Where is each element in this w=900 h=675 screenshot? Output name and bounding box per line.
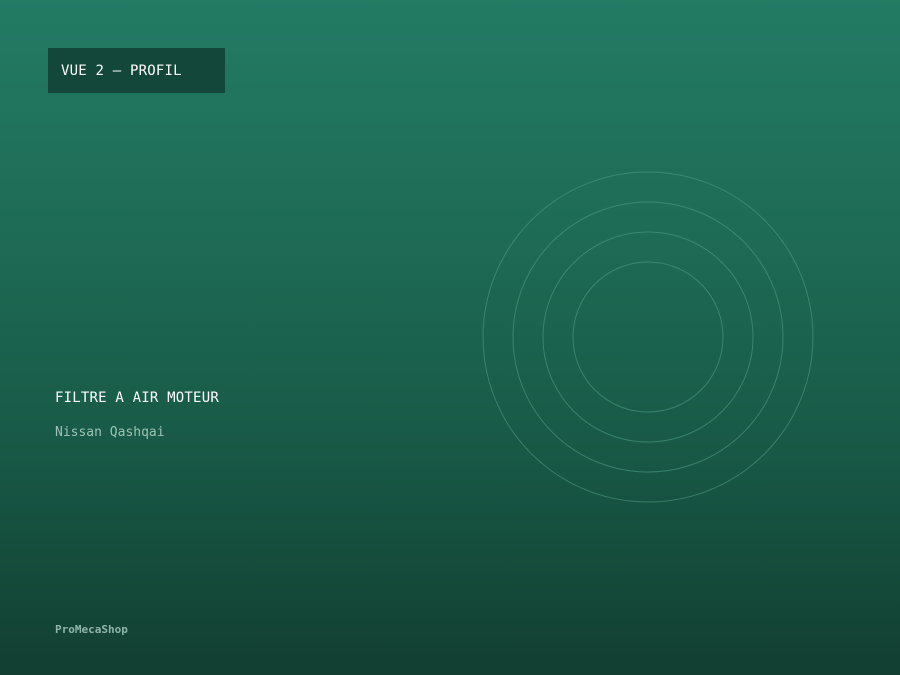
concentric-rings-icon — [482, 171, 814, 503]
view-label-badge: VUE 2 — PROFIL — [48, 48, 225, 93]
brand-name: ProMecaShop — [55, 623, 128, 636]
ring-3 — [542, 231, 754, 443]
vehicle-model: Nissan Qashqai — [55, 425, 165, 440]
ring-outer — [482, 171, 814, 503]
product-title: FILTRE A AIR MOTEUR — [55, 390, 219, 406]
ring-2 — [512, 201, 784, 473]
view-label-text: VUE 2 — PROFIL — [61, 62, 182, 79]
ring-inner — [572, 261, 724, 413]
